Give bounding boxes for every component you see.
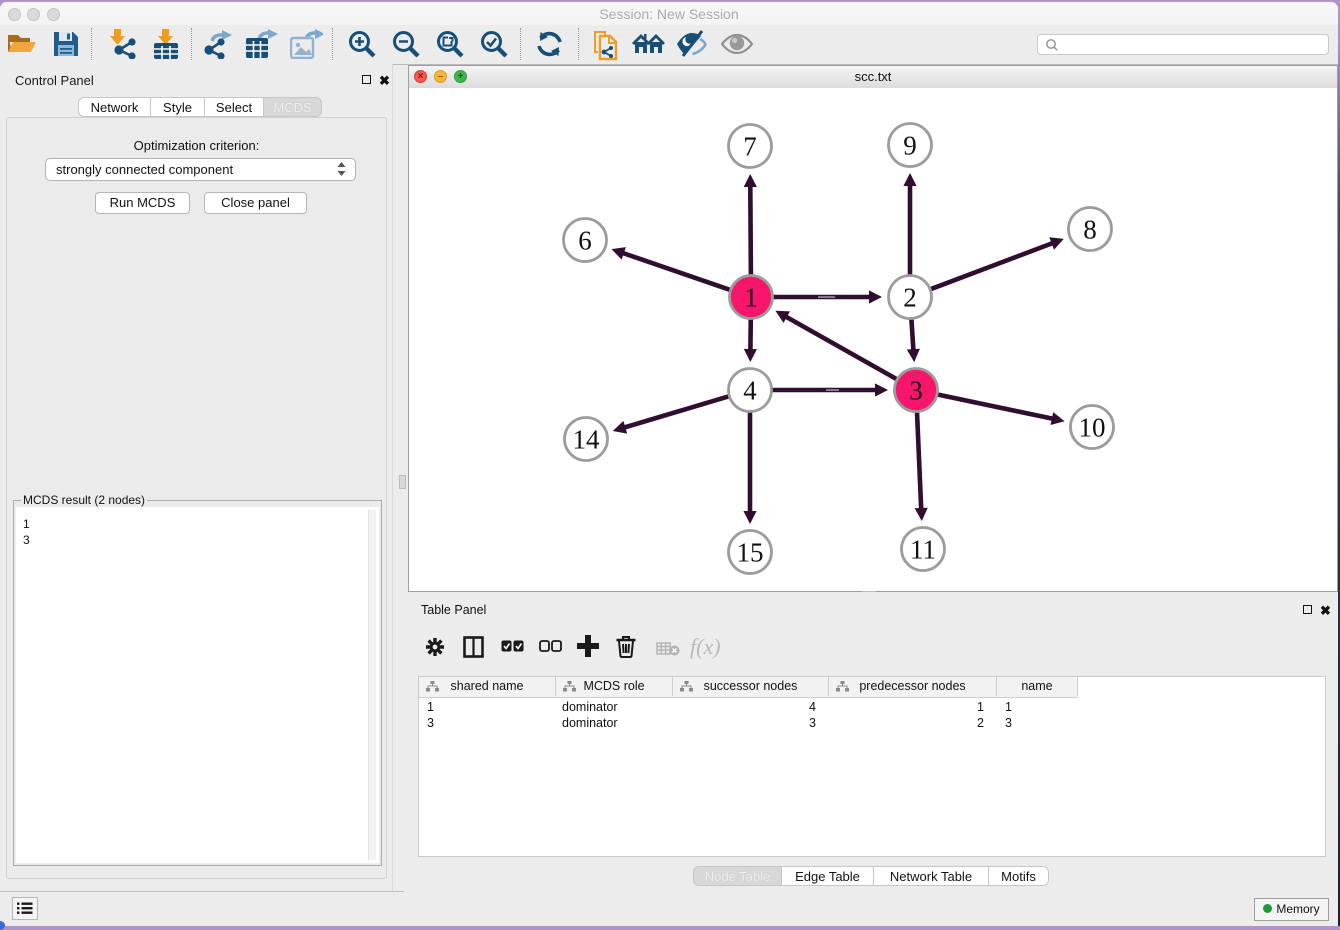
svg-text:10: 10 [1079, 413, 1106, 443]
svg-text:15: 15 [737, 538, 764, 568]
svg-text:11: 11 [910, 535, 936, 565]
svg-text:14: 14 [573, 425, 601, 455]
svg-text:9: 9 [903, 131, 917, 161]
svg-text:4: 4 [743, 376, 757, 406]
svg-text:1: 1 [744, 283, 758, 313]
svg-text:7: 7 [743, 132, 757, 162]
svg-text:6: 6 [578, 226, 592, 256]
svg-text:8: 8 [1083, 215, 1097, 245]
svg-text:2: 2 [903, 283, 917, 313]
svg-text:3: 3 [909, 376, 923, 406]
